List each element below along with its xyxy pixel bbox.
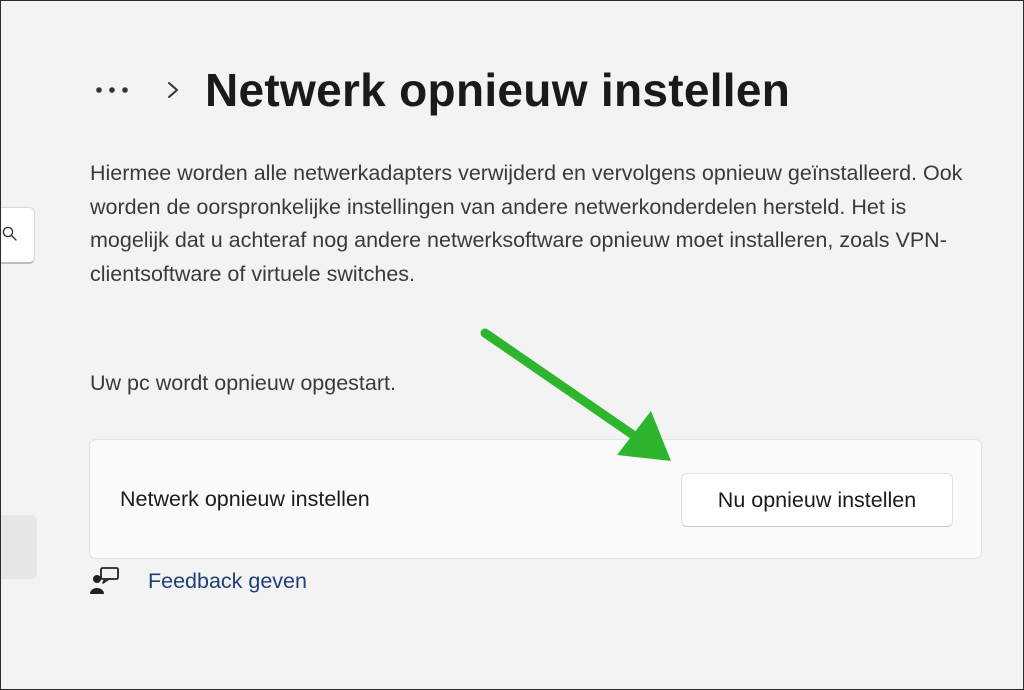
feedback-row[interactable]: Feedback geven — [89, 563, 307, 599]
network-reset-label: Netwerk opnieuw instellen — [120, 487, 370, 511]
feedback-link[interactable]: Feedback geven — [148, 569, 307, 594]
chevron-right-icon — [167, 80, 183, 100]
page-title: Netwerk opnieuw instellen — [205, 64, 791, 116]
network-reset-card: Netwerk opnieuw instellen Nu opnieuw ins… — [89, 439, 982, 559]
search-icon — [2, 226, 17, 241]
settings-window: Netwerk opnieuw instellen Hiermee worden… — [0, 0, 1024, 690]
search-box[interactable] — [1, 207, 35, 264]
feedback-person-icon — [89, 565, 121, 597]
description-text: Hiermee worden alle netwerkadapters verw… — [90, 161, 963, 286]
more-horizontal-icon[interactable] — [93, 80, 139, 100]
restart-note: Uw pc wordt opnieuw opgestart. — [90, 371, 396, 395]
reset-now-button[interactable]: Nu opnieuw instellen — [681, 473, 953, 527]
sidebar-selected-item[interactable] — [1, 515, 37, 579]
breadcrumb: Netwerk opnieuw instellen — [93, 57, 790, 123]
